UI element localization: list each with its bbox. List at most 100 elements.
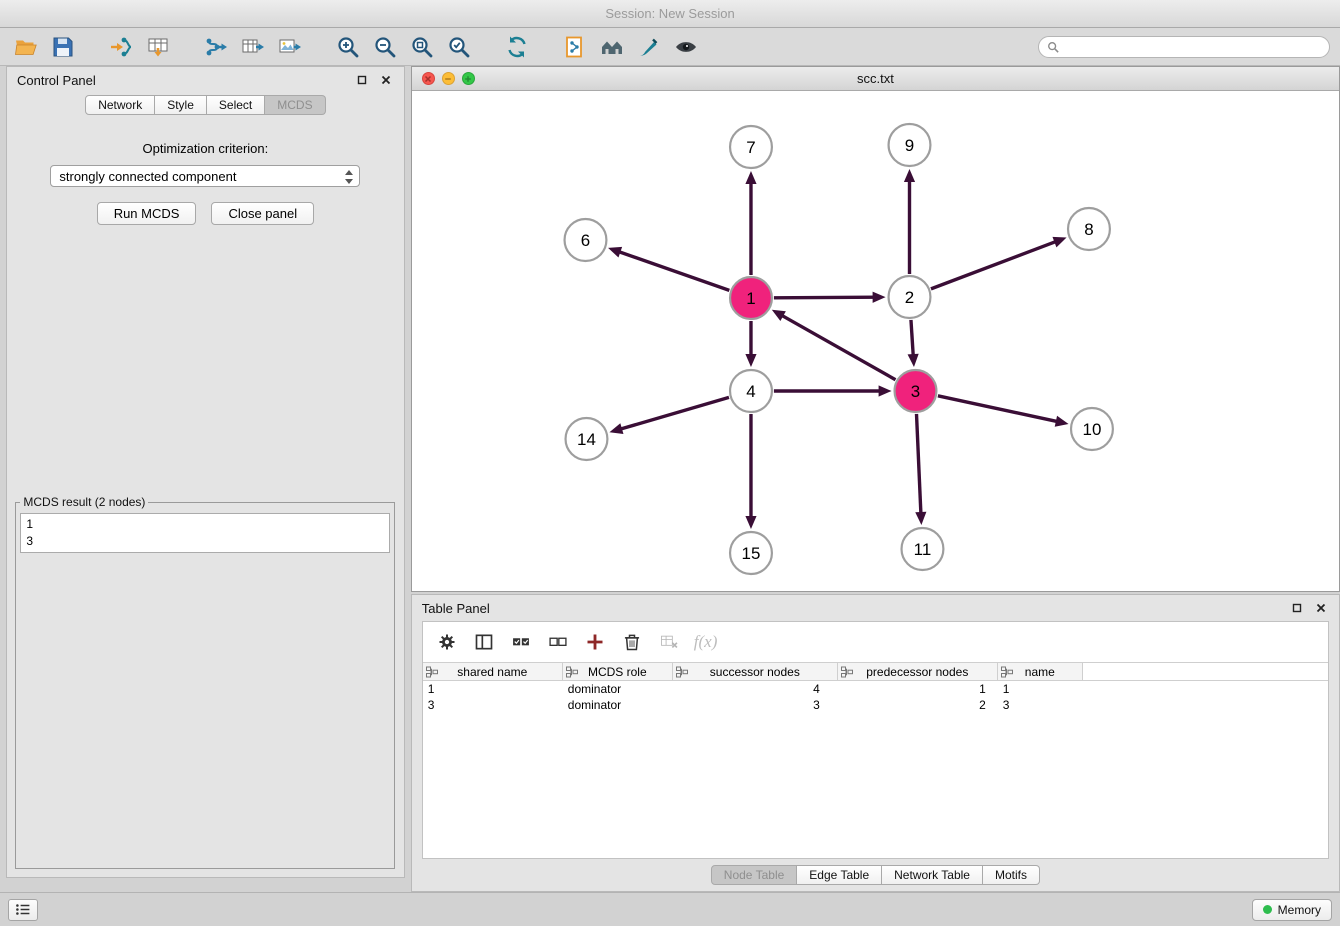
status-bar: Memory	[0, 892, 1340, 926]
panel-menu-button[interactable]	[8, 899, 38, 921]
edge-arrowhead-icon	[878, 385, 891, 396]
minimize-icon	[444, 75, 452, 83]
graph-node-label: 11	[913, 540, 931, 559]
run-mcds-button[interactable]: Run MCDS	[97, 202, 197, 225]
table-tab-network-table[interactable]: Network Table	[882, 865, 983, 885]
column-header-icon	[566, 666, 578, 678]
search-box[interactable]	[1038, 36, 1330, 58]
delete-columns-button[interactable]	[620, 630, 644, 654]
tab-mcds[interactable]: MCDS	[265, 95, 325, 115]
table-tab-node-table[interactable]: Node Table	[711, 865, 798, 885]
graph-edge-2-8[interactable]	[931, 241, 1058, 289]
column-header-predecessor-nodes[interactable]: predecessor nodes	[838, 663, 998, 680]
graph-edge-2-3[interactable]	[911, 320, 913, 358]
table-header-row: shared nameMCDS rolesuccessor nodesprede…	[423, 662, 1328, 681]
table-cell: 1	[998, 682, 1083, 696]
network-canvas[interactable]: 1234678910111415	[412, 91, 1339, 591]
graph-node-label: 4	[746, 382, 755, 401]
table-panel-header: Table Panel	[412, 595, 1339, 621]
table-cell: 4	[673, 682, 838, 696]
style-paint-button[interactable]	[633, 32, 665, 62]
mcds-result-list[interactable]: 13	[20, 513, 390, 553]
table-cell: 1	[423, 682, 563, 696]
edge-arrowhead-icon	[907, 354, 918, 367]
zoom-window-button[interactable]	[462, 72, 475, 85]
table-tab-motifs[interactable]: Motifs	[983, 865, 1040, 885]
network-graph: 1234678910111415	[412, 91, 1339, 591]
network-window: scc.txt 1234678910111415	[411, 66, 1340, 592]
delete-table-icon	[659, 632, 679, 652]
optimization-dropdown[interactable]: strongly connected component	[50, 165, 360, 187]
show-hide-button[interactable]	[670, 32, 702, 62]
zoom-selected-button[interactable]	[443, 32, 475, 62]
delete-table-button[interactable]	[657, 630, 681, 654]
select-all-columns-button[interactable]	[509, 630, 533, 654]
eye-icon	[674, 35, 698, 59]
network-overview-button[interactable]	[596, 32, 628, 62]
zoom-out-icon	[373, 35, 397, 59]
column-header-icon	[841, 666, 853, 678]
graph-edge-1-2[interactable]	[774, 297, 877, 298]
table-panel: Table Panel	[411, 594, 1340, 892]
deselect-all-columns-button[interactable]	[546, 630, 570, 654]
graph-node-label: 1	[746, 289, 755, 308]
close-panel-x-button[interactable]	[378, 72, 394, 88]
graph-edge-1-6[interactable]	[616, 251, 729, 291]
open-session-button[interactable]	[10, 32, 42, 62]
zoom-fit-button[interactable]	[406, 32, 438, 62]
float-icon	[1292, 603, 1302, 613]
graph-node-label: 2	[905, 288, 914, 307]
zoom-in-button[interactable]	[332, 32, 364, 62]
export-table-button[interactable]	[237, 32, 269, 62]
trash-icon	[622, 632, 642, 652]
first-neighbors-button[interactable]	[559, 32, 591, 62]
application-window: Session: New Session	[0, 0, 1340, 926]
toggle-panel-button[interactable]	[472, 630, 496, 654]
control-panel-title: Control Panel	[17, 73, 96, 88]
close-table-panel-button[interactable]	[1313, 600, 1329, 616]
add-column-button[interactable]	[583, 630, 607, 654]
tab-network[interactable]: Network	[85, 95, 155, 115]
graph-edge-3-11[interactable]	[916, 414, 921, 516]
column-settings-button[interactable]	[435, 630, 459, 654]
graph-node-label: 8	[1084, 220, 1093, 239]
zoom-in-icon	[336, 35, 360, 59]
memory-button[interactable]: Memory	[1252, 899, 1332, 921]
list-icon	[15, 903, 31, 916]
float-icon	[357, 75, 367, 85]
graph-edge-3-10[interactable]	[938, 396, 1060, 422]
table-row[interactable]: 1dominator411	[423, 681, 1328, 697]
edge-arrowhead-icon	[1055, 416, 1069, 427]
table-row[interactable]: 3dominator323	[423, 697, 1328, 713]
content-area: Control Panel NetworkStyleSelectMCDS Opt…	[0, 66, 1340, 892]
graph-edge-3-1[interactable]	[779, 314, 895, 380]
edge-arrowhead-icon	[745, 354, 756, 367]
export-network-button[interactable]	[200, 32, 232, 62]
zoom-out-button[interactable]	[369, 32, 401, 62]
refresh-view-button[interactable]	[501, 32, 533, 62]
column-header-mcds-role[interactable]: MCDS role	[563, 663, 673, 680]
graph-edge-4-14[interactable]	[618, 397, 729, 429]
minimize-window-button[interactable]	[442, 72, 455, 85]
tab-style[interactable]: Style	[155, 95, 207, 115]
apply-function-button[interactable]: f(x)	[694, 632, 718, 652]
save-session-button[interactable]	[47, 32, 79, 62]
import-table-button[interactable]	[142, 32, 174, 62]
search-input[interactable]	[1064, 40, 1321, 54]
table-tab-edge-table[interactable]: Edge Table	[797, 865, 882, 885]
column-header-name[interactable]: name	[998, 663, 1083, 680]
close-panel-button[interactable]: Close panel	[211, 202, 314, 225]
float-panel-button[interactable]	[354, 72, 370, 88]
network-window-title: scc.txt	[412, 71, 1339, 86]
export-image-button[interactable]	[274, 32, 306, 62]
mcds-result-title: MCDS result (2 nodes)	[20, 495, 148, 509]
title-bar: Session: New Session	[0, 0, 1340, 28]
float-table-panel-button[interactable]	[1289, 600, 1305, 616]
column-header-successor-nodes[interactable]: successor nodes	[673, 663, 838, 680]
export-network-icon	[204, 35, 228, 59]
tab-select[interactable]: Select	[207, 95, 265, 115]
close-window-button[interactable]	[422, 72, 435, 85]
import-network-button[interactable]	[105, 32, 137, 62]
column-header-shared-name[interactable]: shared name	[423, 663, 563, 680]
edge-arrowhead-icon	[915, 512, 926, 525]
